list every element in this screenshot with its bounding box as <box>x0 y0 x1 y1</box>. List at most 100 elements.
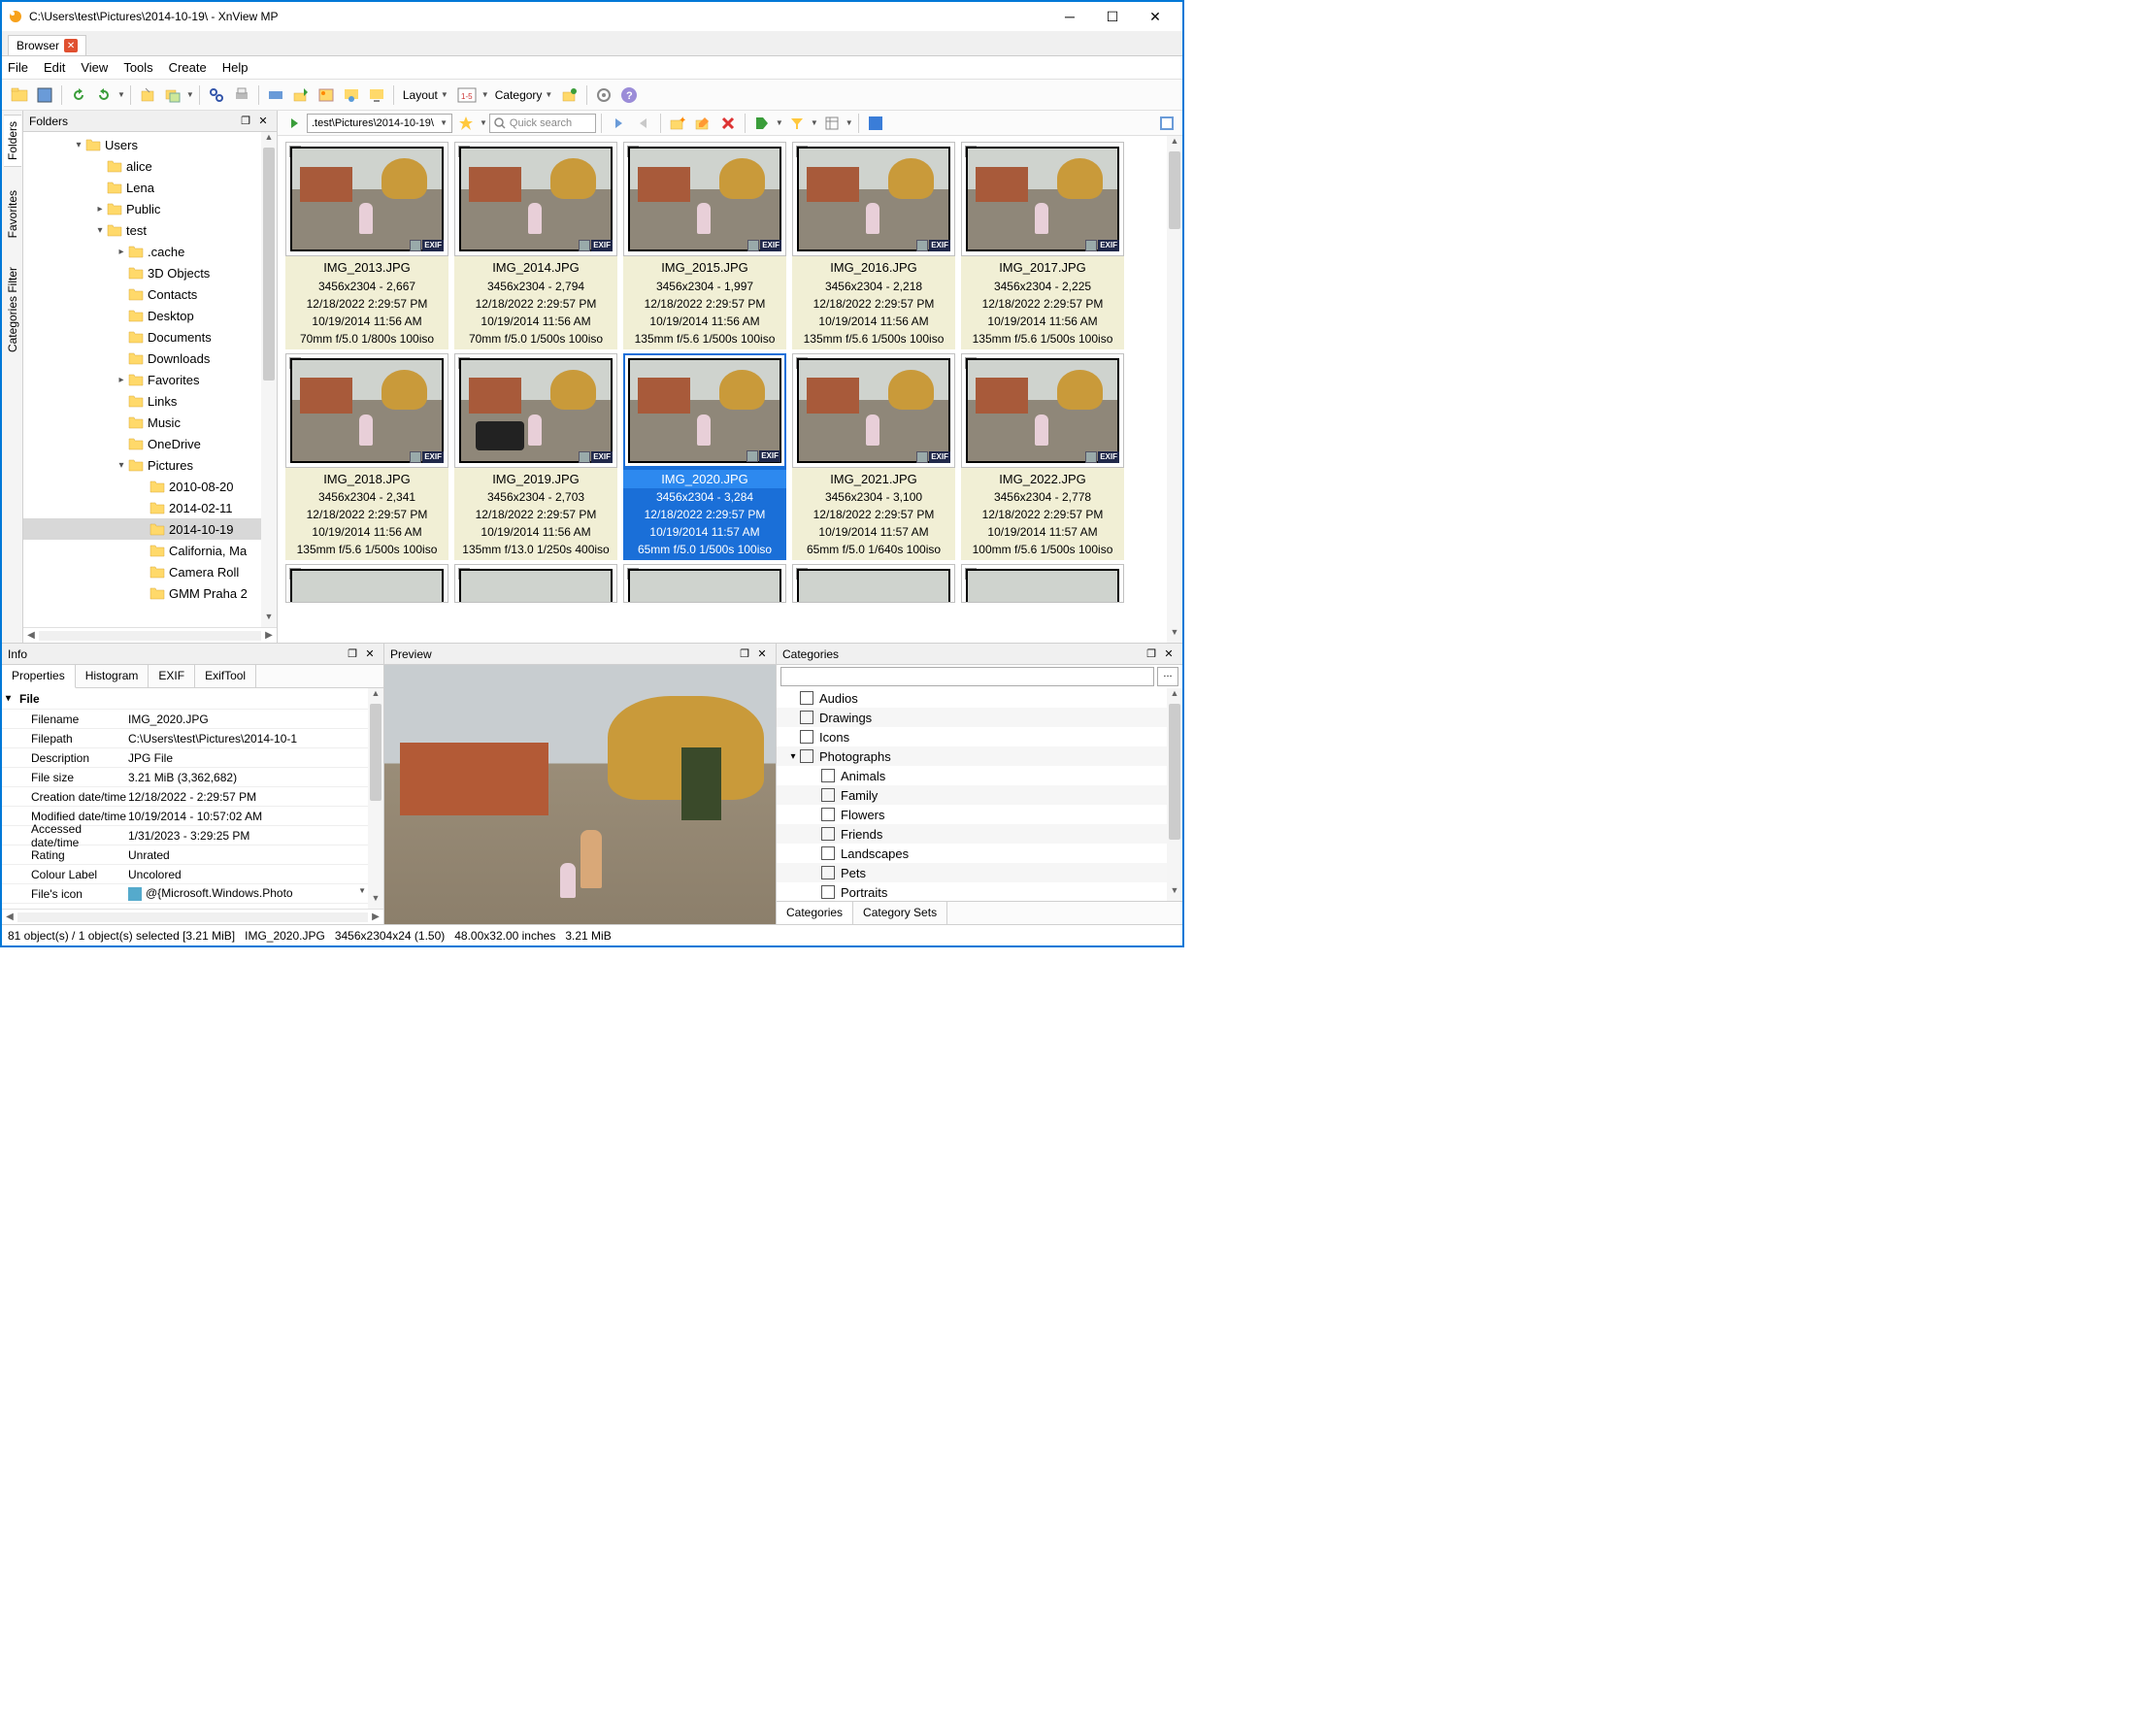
thumbnail-item[interactable]: EXIFIMG_2020.JPG3456x2304 - 3,28412/18/2… <box>623 353 786 561</box>
scanner-button[interactable] <box>264 83 287 107</box>
tree-item[interactable]: ▾Users <box>23 134 277 155</box>
props-hscrollbar[interactable]: ◀▶ <box>2 909 383 924</box>
layout-dropdown[interactable]: Layout▼ <box>399 88 452 102</box>
cut-button[interactable] <box>136 83 159 107</box>
thumbnail-grid[interactable]: EXIFIMG_2013.JPG3456x2304 - 2,66712/18/2… <box>278 136 1182 643</box>
tree-item[interactable]: 3D Objects <box>23 262 277 283</box>
tab-exif[interactable]: EXIF <box>149 665 195 687</box>
tree-item[interactable]: OneDrive <box>23 433 277 454</box>
slideshow-button[interactable] <box>365 83 388 107</box>
copy-button[interactable] <box>161 83 184 107</box>
image-button[interactable] <box>315 83 338 107</box>
expander-icon[interactable]: ▸ <box>93 204 107 215</box>
category-checkbox[interactable] <box>800 691 813 705</box>
sidetab-categories-filter[interactable]: Categories Filter <box>4 261 21 358</box>
category-item[interactable]: Landscapes <box>777 844 1182 863</box>
tree-item[interactable]: Links <box>23 390 277 412</box>
path-combobox[interactable]: .test\Pictures\2014-10-19\▼ <box>307 114 452 133</box>
category-checkbox[interactable] <box>821 885 835 899</box>
tree-item[interactable]: California, Ma <box>23 540 277 561</box>
panel-restore-icon[interactable]: ❐ <box>238 114 253 129</box>
tab-close-icon[interactable]: ✕ <box>64 39 78 52</box>
thumbnail-item[interactable]: EXIFIMG_2018.JPG3456x2304 - 2,34112/18/2… <box>285 353 448 561</box>
color-label-button[interactable] <box>864 112 887 135</box>
category-checkbox[interactable] <box>821 808 835 821</box>
menu-create[interactable]: Create <box>169 60 207 75</box>
filter-button[interactable] <box>785 112 809 135</box>
minimize-button[interactable]: ─ <box>1048 3 1091 30</box>
category-item[interactable]: Flowers <box>777 805 1182 824</box>
properties-group-file[interactable]: ▾File <box>2 688 383 710</box>
tab-categories[interactable]: Categories <box>777 902 853 925</box>
category-more-button[interactable]: ... <box>1157 667 1178 686</box>
category-item[interactable]: Family <box>777 785 1182 805</box>
category-search-input[interactable] <box>780 667 1154 686</box>
panel-close-icon[interactable]: ✕ <box>255 114 271 129</box>
thumbnail-item[interactable]: EXIFIMG_2021.JPG3456x2304 - 3,10012/18/2… <box>792 353 955 561</box>
tree-item[interactable]: ▾test <box>23 219 277 241</box>
tree-item[interactable]: Documents <box>23 326 277 348</box>
quick-search-input[interactable]: Quick search <box>489 114 596 133</box>
category-list[interactable]: AudiosDrawingsIcons▾PhotographsAnimalsFa… <box>777 688 1182 901</box>
category-item[interactable]: Pets <box>777 863 1182 882</box>
view-toggle-button[interactable] <box>1155 112 1178 135</box>
tree-item[interactable]: Contacts <box>23 283 277 305</box>
menu-view[interactable]: View <box>81 60 108 75</box>
refresh-forward-button[interactable] <box>92 83 116 107</box>
new-category-button[interactable] <box>558 83 581 107</box>
tab-category-sets[interactable]: Category Sets <box>853 902 947 924</box>
thumbnail-item[interactable] <box>961 564 1124 603</box>
settings-button[interactable] <box>592 83 615 107</box>
open-button[interactable] <box>8 83 31 107</box>
print-button[interactable] <box>230 83 253 107</box>
category-item[interactable]: Icons <box>777 727 1182 746</box>
expander-icon[interactable]: ▾ <box>93 225 107 236</box>
delete-button[interactable] <box>716 112 740 135</box>
sort-button[interactable] <box>820 112 844 135</box>
nav-go-button[interactable] <box>282 112 305 135</box>
category-checkbox[interactable] <box>821 769 835 782</box>
nav-forward-button[interactable] <box>632 112 655 135</box>
nav-back-button[interactable] <box>607 112 630 135</box>
category-checkbox[interactable] <box>821 846 835 860</box>
tab-exiftool[interactable]: ExifTool <box>195 665 256 687</box>
panel-restore-icon[interactable]: ❐ <box>345 646 360 662</box>
panel-restore-icon[interactable]: ❐ <box>1144 646 1159 662</box>
tree-item[interactable]: Downloads <box>23 348 277 369</box>
thumbs-vscrollbar[interactable]: ▲▼ <box>1167 136 1182 643</box>
expander-icon[interactable]: ▾ <box>72 140 85 150</box>
help-button[interactable]: ? <box>617 83 641 107</box>
folder-tree[interactable]: ▾UsersaliceLena▸Public▾test▸.cache3D Obj… <box>23 132 277 627</box>
capture-button[interactable] <box>340 83 363 107</box>
sidetab-folders[interactable]: Folders <box>4 115 21 167</box>
thumbnail-item[interactable]: EXIFIMG_2019.JPG3456x2304 - 2,70312/18/2… <box>454 353 617 561</box>
tree-vscrollbar[interactable]: ▲▼ <box>261 132 277 627</box>
expander-icon[interactable]: ▸ <box>115 375 128 385</box>
new-folder-button[interactable]: ✦ <box>666 112 689 135</box>
tree-item[interactable]: ▸.cache <box>23 241 277 262</box>
tree-item[interactable]: 2010-08-20 <box>23 476 277 497</box>
tree-item[interactable]: GMM Praha 2 <box>23 582 277 604</box>
category-checkbox[interactable] <box>800 749 813 763</box>
favorite-star-icon[interactable] <box>454 112 478 135</box>
export-button[interactable] <box>289 83 313 107</box>
thumbnail-item[interactable] <box>454 564 617 603</box>
category-item[interactable]: Drawings <box>777 708 1182 727</box>
category-item[interactable]: Friends <box>777 824 1182 844</box>
panel-close-icon[interactable]: ✕ <box>1161 646 1177 662</box>
category-item[interactable]: Animals <box>777 766 1182 785</box>
refresh-back-button[interactable] <box>67 83 90 107</box>
expander-icon[interactable]: ▾ <box>786 751 800 762</box>
tree-hscrollbar[interactable]: ◀▶ <box>23 627 277 643</box>
thumbnail-item[interactable] <box>285 564 448 603</box>
category-item[interactable]: Audios <box>777 688 1182 708</box>
find-button[interactable] <box>205 83 228 107</box>
thumbnail-item[interactable]: EXIFIMG_2014.JPG3456x2304 - 2,79412/18/2… <box>454 142 617 349</box>
tab-histogram[interactable]: Histogram <box>76 665 149 687</box>
view-mode-button[interactable]: 1-5 <box>454 83 480 107</box>
props-vscrollbar[interactable]: ▲▼ <box>368 688 383 909</box>
tree-item[interactable]: Lena <box>23 177 277 198</box>
category-checkbox[interactable] <box>821 788 835 802</box>
thumbnail-item[interactable]: EXIFIMG_2015.JPG3456x2304 - 1,99712/18/2… <box>623 142 786 349</box>
sidetab-favorites[interactable]: Favorites <box>4 184 21 244</box>
